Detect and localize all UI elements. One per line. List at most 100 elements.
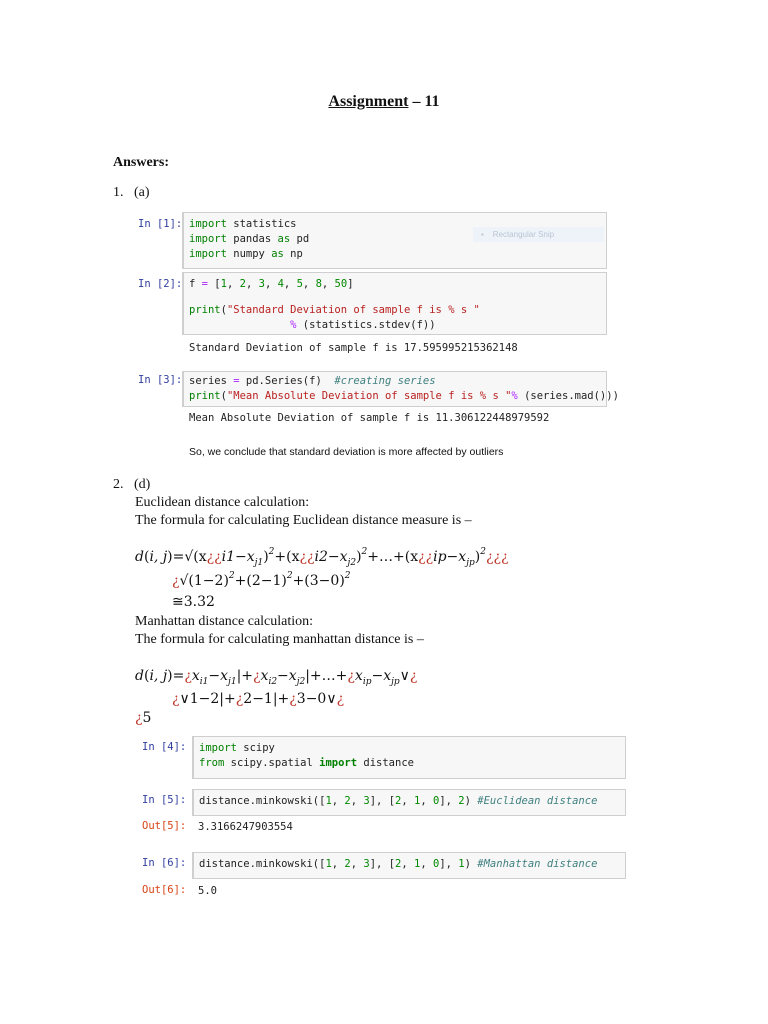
token: numpy <box>226 248 272 260</box>
token: , <box>331 858 345 870</box>
cell-5-output: 3.3166247903554 <box>198 821 293 833</box>
token: "Standard Deviation of sample f is % s " <box>226 303 480 316</box>
token: , <box>350 858 364 870</box>
manhattan-formula-line-1: d(i, j)=¿xi1−xj1|+¿xi2−xj2|+…+¿xip−xjp∨¿ <box>135 668 417 687</box>
token: ¿¿ <box>299 549 315 565</box>
code-line: d(i, j)=¿xi1−xj1|+¿xi2−xj2|+…+¿xip−xjp∨¿ <box>135 668 417 687</box>
token: [ <box>207 278 221 290</box>
code-cell-2[interactable]: f = [1, 2, 3, 4, 5, 8, 50] print("Standar… <box>182 272 607 335</box>
token: distance <box>357 757 414 769</box>
token: , <box>302 278 316 290</box>
euclidean-formula-line-2: ¿√(1−2)2+(2−1)2+(3−0)2 <box>172 571 351 589</box>
token: ¿¿ <box>206 549 222 565</box>
token: i2−x <box>314 549 348 565</box>
token: j2 <box>347 558 357 568</box>
code-line: f = [1, 2, 3, 4, 5, 8, 50] <box>189 277 606 292</box>
manhattan-formula-line-2: ¿∨1−2|+¿2−1|+¿3−0∨¿ <box>172 691 344 707</box>
page-title: Assignment – 11 <box>0 93 768 111</box>
token: import <box>189 233 227 245</box>
token: ip−x <box>433 549 467 565</box>
cell-3-prompt: In [3]: <box>138 374 183 386</box>
token: (series.mad())) <box>517 390 619 402</box>
token: , <box>350 795 364 807</box>
token: #creating series <box>334 375 436 387</box>
token: print <box>189 303 221 316</box>
code-line: ¿√(1−2)2+(2−1)2+(3−0)2 <box>172 571 351 589</box>
token: 3−0∨ <box>296 691 337 707</box>
token: 2 <box>344 571 351 581</box>
token: ¿ <box>253 668 261 684</box>
token: import <box>319 757 358 769</box>
token: −x <box>277 668 297 684</box>
code-line: distance.minkowski([1, 2, 3], [2, 1, 0],… <box>199 857 625 872</box>
code-line: distance.minkowski([1, 2, 3], [2, 1, 0],… <box>199 794 625 809</box>
token: |+…+ <box>305 668 348 684</box>
cell-6-prompt: In [6]: <box>142 857 187 869</box>
token: jp <box>466 558 475 568</box>
token: , <box>420 795 433 807</box>
code-cell-3[interactable]: series = pd.Series(f) #creating series pr… <box>182 371 619 407</box>
token: )=√(x <box>167 549 207 565</box>
token: import <box>189 248 227 260</box>
token: ¿ <box>135 710 143 726</box>
cell-1-prompt: In [1]: <box>138 218 183 230</box>
question-2-label: 2. (d) <box>113 477 151 492</box>
token: ], [ <box>369 795 396 807</box>
token: (statistics.stdev(f)) <box>296 318 436 331</box>
euclidean-formula-result: ≅3.32 <box>172 594 215 610</box>
code-cell-5[interactable]: distance.minkowski([1, 2, 3], [2, 1, 0],… <box>192 789 626 816</box>
token: 2−1|+ <box>243 691 290 707</box>
code-line: % (statistics.stdev(f)) <box>189 318 606 333</box>
code-cell-3-source: series = pd.Series(f) #creating series pr… <box>189 374 619 404</box>
token: j1 <box>228 677 237 687</box>
token: , <box>331 795 345 807</box>
cell-4-prompt: In [4]: <box>142 741 187 753</box>
token: , <box>226 278 240 290</box>
token: i, j <box>149 549 168 565</box>
token: import <box>189 218 227 230</box>
token: , <box>321 278 335 290</box>
cell-2-output: Standard Deviation of sample f is 17.595… <box>189 342 518 354</box>
code-cell-4[interactable]: import scipy from scipy.spatial import di… <box>192 736 626 779</box>
token: ¿ <box>172 691 180 707</box>
cell-2-prompt: In [2]: <box>138 278 183 290</box>
code-line: series = pd.Series(f) #creating series <box>189 374 606 389</box>
token: , <box>283 278 297 290</box>
code-line: import scipy <box>199 741 625 756</box>
manhattan-formula-intro: The formula for calculating manhattan di… <box>135 632 424 647</box>
code-cell-5-source: distance.minkowski([1, 2, 3], [2, 1, 0],… <box>199 794 625 809</box>
token: distance.minkowski([ <box>199 858 326 870</box>
token: √(1−2) <box>179 573 229 589</box>
token: jp <box>391 677 400 687</box>
token: −x <box>208 668 229 684</box>
token: 5 <box>142 710 152 726</box>
code-line: d(i, j)=√(x¿¿i1−xj1)2+(x¿¿i2−xj2)2+…+(x¿… <box>135 547 508 568</box>
manhattan-heading: Manhattan distance calculation: <box>135 614 314 629</box>
token: from <box>199 757 225 769</box>
token: pandas <box>226 233 278 245</box>
token: ], [ <box>369 858 396 870</box>
token: +(x <box>274 549 300 565</box>
code-cell-6[interactable]: distance.minkowski([1, 2, 3], [2, 1, 0],… <box>192 852 626 879</box>
code-line: from scipy.spatial import distance <box>199 756 625 771</box>
euclidean-formula-intro: The formula for calculating Euclidean di… <box>135 513 472 528</box>
token: ¿ <box>289 691 297 707</box>
token: #Manhattan distance <box>477 858 598 870</box>
token: ∨ <box>399 668 410 684</box>
token: scipy <box>236 742 275 754</box>
question-1-label: 1. (a) <box>113 185 150 200</box>
token: np <box>283 248 303 260</box>
euclidean-formula-line-1: d(i, j)=√(x¿¿i1−xj1)2+(x¿¿i2−xj2)2+…+(x¿… <box>135 547 508 568</box>
code-line: import numpy as np <box>189 247 606 262</box>
token: ], <box>439 795 459 807</box>
token: d <box>135 668 144 684</box>
token: j2 <box>296 677 306 687</box>
rectangular-snip-overlay: ▪ Rectangular Snip <box>473 227 604 242</box>
token: ∨1−2|+ <box>179 691 236 707</box>
token: , <box>264 278 278 290</box>
euclidean-heading: Euclidean distance calculation: <box>135 495 310 510</box>
token: |+ <box>236 668 254 684</box>
token: , <box>401 858 415 870</box>
token: scipy.spatial <box>224 757 320 769</box>
